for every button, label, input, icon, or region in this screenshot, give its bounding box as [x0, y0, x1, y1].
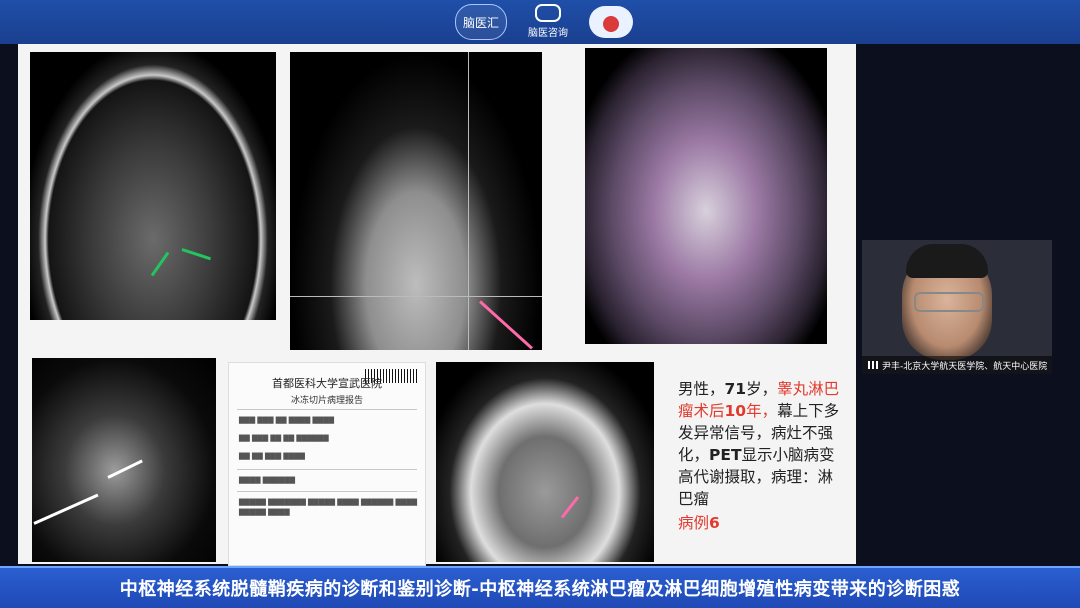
speaker-video-panel[interactable]: 尹丰-北京大学航天医学院、航天中心医院: [862, 240, 1052, 374]
naoyi-zixun-logo: 脑医咨询: [521, 4, 575, 40]
crosshair-horizontal: [290, 296, 542, 297]
speaker-label: 尹丰-北京大学航天医学院、航天中心医院: [882, 361, 1048, 372]
lecture-title: 中枢神经系统脱髓鞘疾病的诊断和鉴别诊断-中枢神经系统淋巴瘤及淋巴细胞增殖性病变带…: [119, 579, 961, 600]
white-arrow: [107, 459, 143, 479]
case-description-text: 男性，71岁，睾丸淋巴瘤术后10年，幕上下多发异常信号，病灶不强化，PET显示小…: [678, 378, 848, 534]
case-line1-suffix: 岁，: [746, 380, 778, 398]
header-logos: 脑医汇 脑医咨询: [455, 4, 633, 40]
report-hospital-name: 首都医科大学宣武医院: [272, 377, 382, 390]
pink-arrow: [560, 496, 580, 519]
signal-strength-icon: [868, 361, 878, 369]
presentation-slide: 首都医科大学宣武医院 冰冻切片病理报告 ▇▇▇ ▇▇▇ ▇▇ ▇▇▇▇ ▇▇▇▇…: [18, 44, 856, 566]
footer-title-bar: 中枢神经系统脱髓鞘疾病的诊断和鉴别诊断-中枢神经系统淋巴瘤及淋巴细胞增殖性病变带…: [0, 566, 1080, 608]
case-highlight-years: 10: [724, 402, 747, 420]
heart-icon: [603, 16, 619, 32]
ct-scan-cerebellum: [436, 362, 654, 562]
mri-scan-axial-cerebellum: [30, 52, 276, 320]
speaker-name-bar: 尹丰-北京大学航天医学院、航天中心医院: [862, 356, 1052, 374]
pathology-report-document: 首都医科大学宣武医院 冰冻切片病理报告 ▇▇▇ ▇▇▇ ▇▇ ▇▇▇▇ ▇▇▇▇…: [228, 362, 426, 566]
case-age: 71: [724, 380, 747, 398]
pet-scan-cerebellum: [32, 358, 216, 562]
mri-scan-axial-cerebrum: [585, 48, 827, 344]
logo1-text: 脑医汇: [462, 15, 499, 30]
case-pet-label: PET: [709, 446, 742, 464]
pink-pointer-line: [478, 300, 534, 350]
white-pointer-line: [33, 493, 99, 525]
green-arrow-2: [181, 248, 211, 261]
case-number-label: 病例6: [678, 514, 720, 532]
case-highlight-part2: 年，: [746, 402, 778, 420]
case-line1-prefix: 男性，: [678, 380, 725, 398]
green-arrow-1: [150, 251, 170, 277]
partner-logo: [589, 6, 633, 38]
brain-icon: [535, 4, 561, 22]
logo2-text: 脑医咨询: [528, 28, 568, 39]
mri-scan-posterior-fossa: [290, 52, 542, 350]
report-title: 冰冻切片病理报告: [290, 396, 363, 406]
naoyihui-logo: 脑医汇: [455, 4, 507, 40]
header-bar: 脑医汇 脑医咨询: [0, 0, 1080, 44]
crosshair-vertical: [468, 52, 469, 350]
